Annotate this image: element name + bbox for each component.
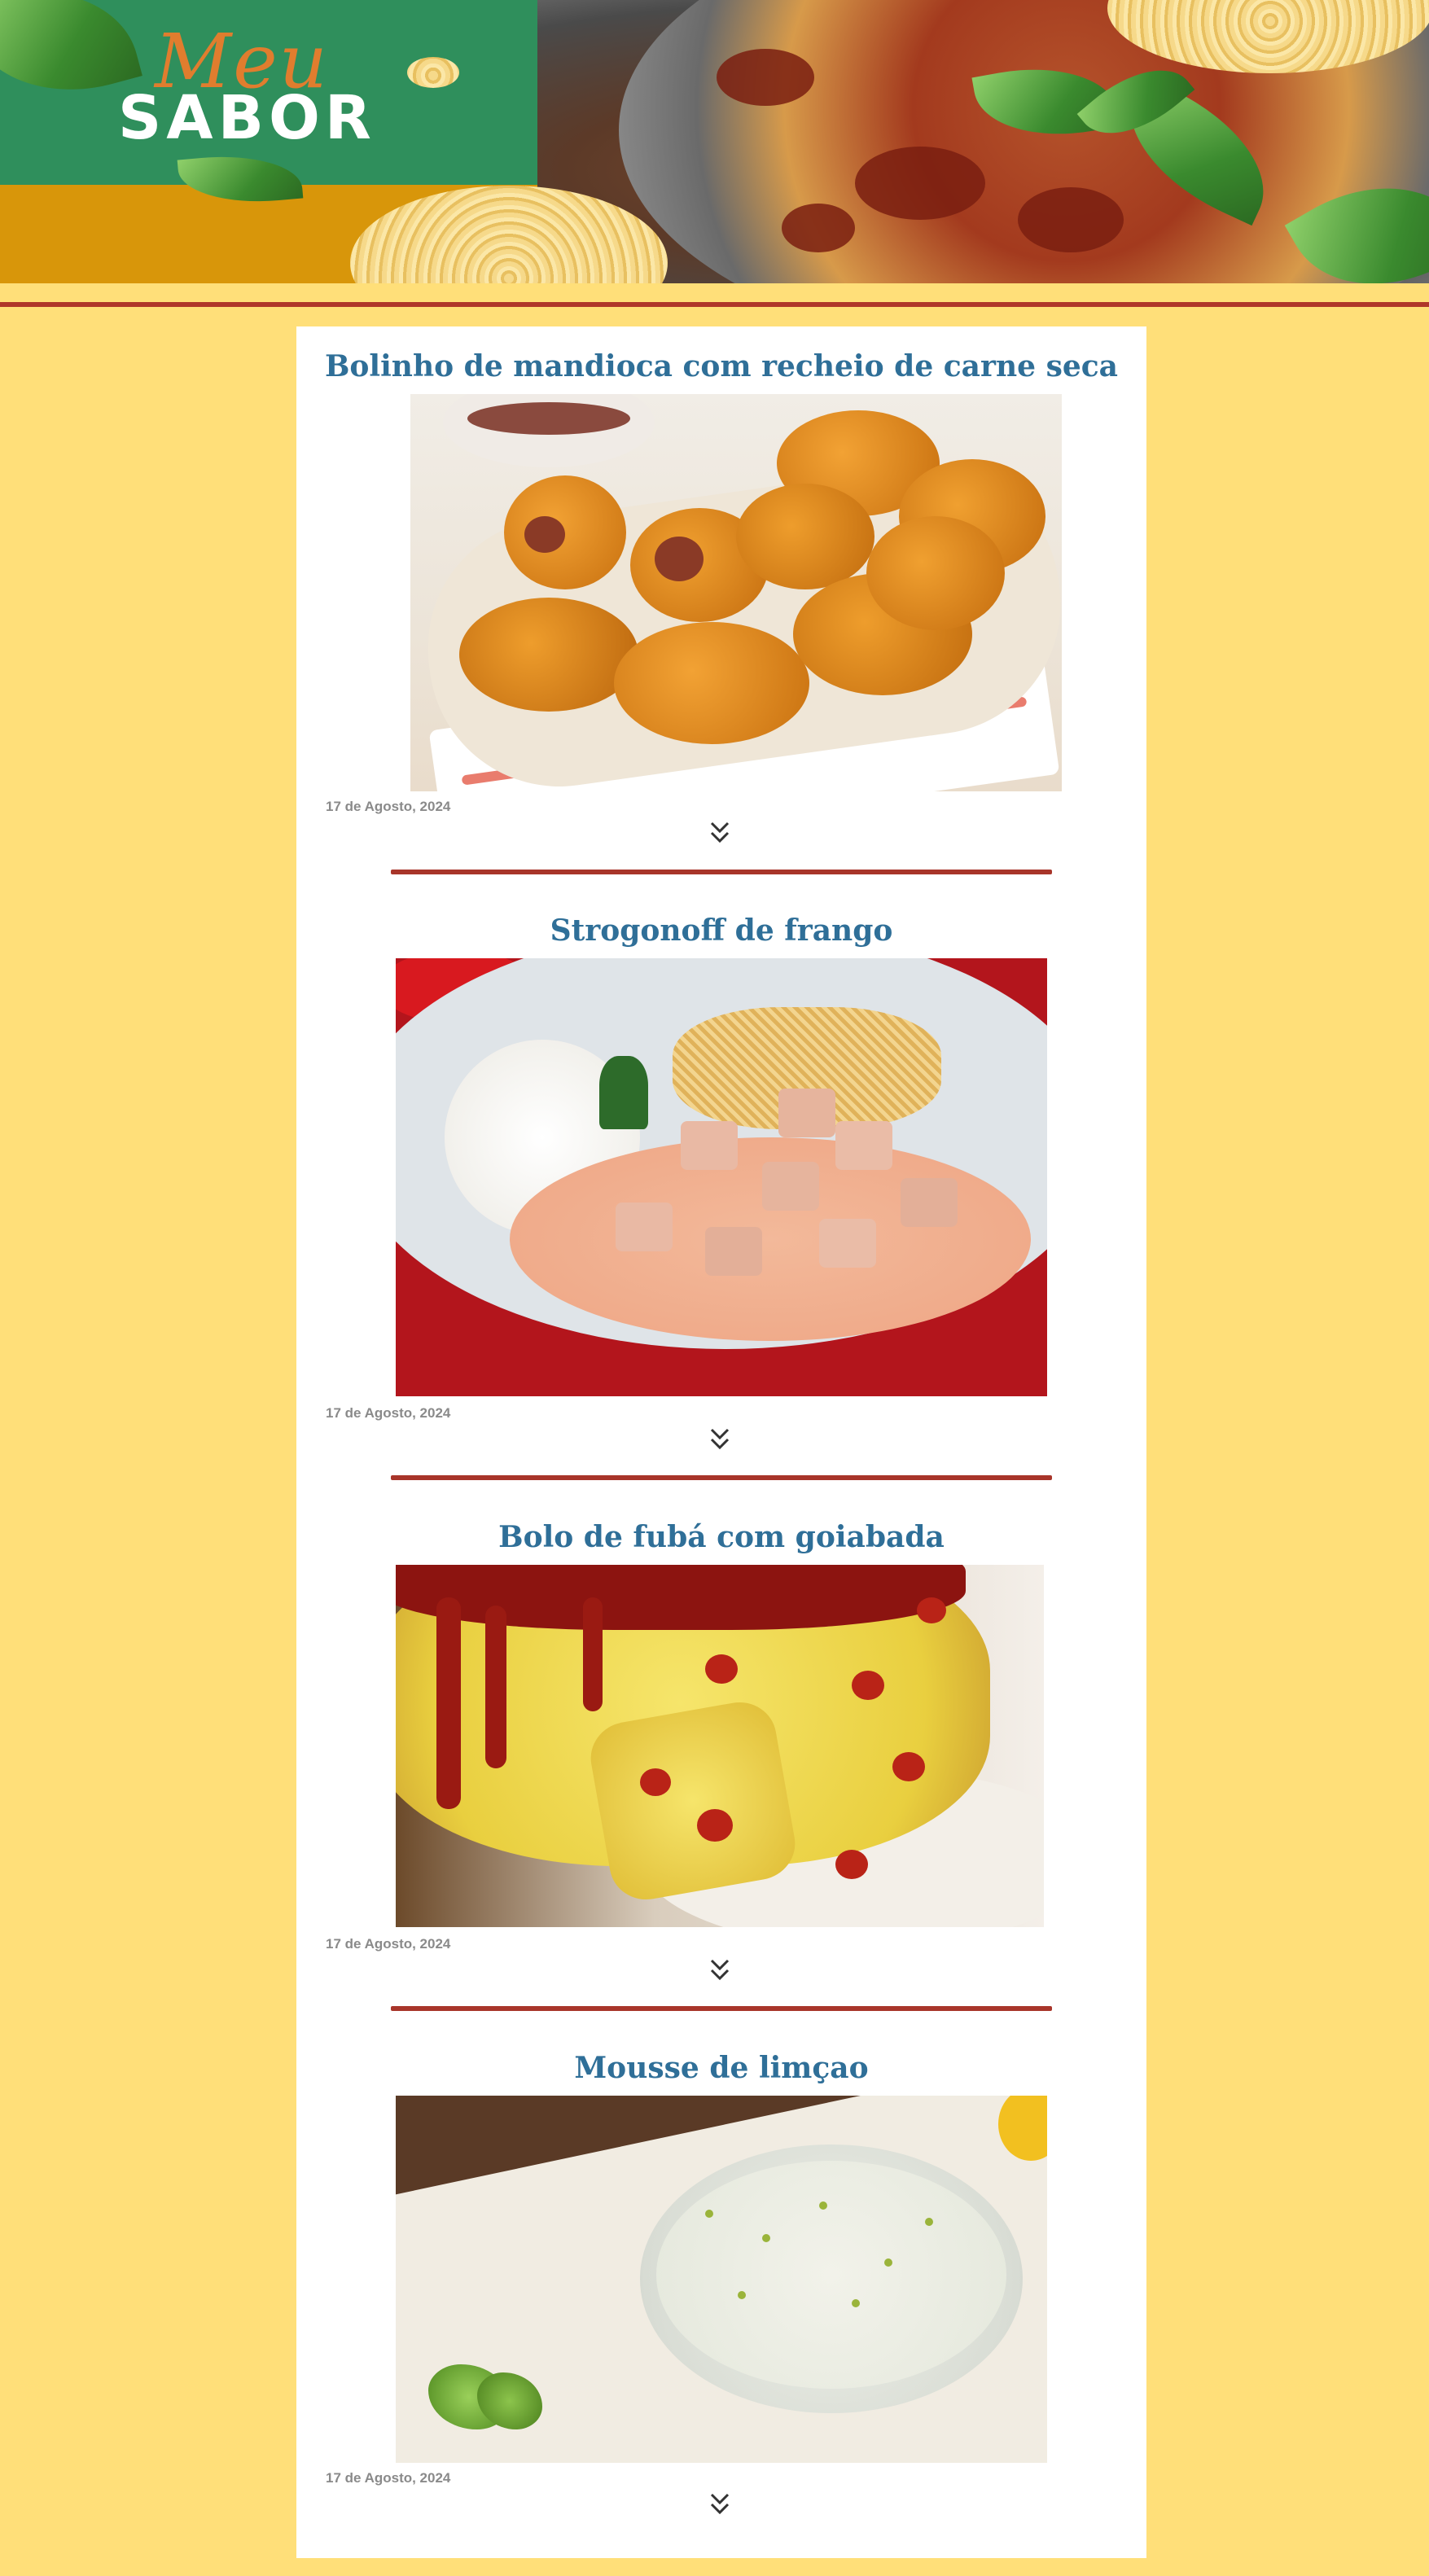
cassava-croquettes-photo[interactable] xyxy=(410,394,1062,791)
double-chevron-down-icon[interactable] xyxy=(707,1426,733,1454)
post-title[interactable]: Bolinho de mandioca com recheio de carne… xyxy=(296,349,1146,383)
post-title[interactable]: Bolo de fubá com goiabada xyxy=(296,1520,1146,1554)
double-chevron-down-icon[interactable] xyxy=(707,2491,733,2519)
post-date: 17 de Agosto, 2024 xyxy=(326,1405,451,1421)
lime-mousse-photo[interactable] xyxy=(396,2096,1047,2463)
header-banner: Meu SABOR xyxy=(0,0,1429,283)
post-separator xyxy=(391,2006,1052,2011)
post-title[interactable]: Mousse de limçao xyxy=(296,2051,1146,2085)
sauce-blob xyxy=(717,49,814,106)
post-date: 17 de Agosto, 2024 xyxy=(326,1936,451,1952)
pasta-piece xyxy=(407,57,459,88)
post-separator xyxy=(391,1475,1052,1480)
sauce-blob xyxy=(782,204,855,252)
double-chevron-down-icon[interactable] xyxy=(707,1957,733,1985)
post-title[interactable]: Strogonoff de frango xyxy=(296,913,1146,948)
double-chevron-down-icon[interactable] xyxy=(707,820,733,848)
post-separator xyxy=(391,870,1052,874)
sauce-blob xyxy=(1018,187,1124,252)
cornmeal-guava-cake-photo[interactable] xyxy=(396,1565,1044,1927)
chicken-stroganoff-photo[interactable] xyxy=(396,958,1047,1396)
post-date: 17 de Agosto, 2024 xyxy=(326,2470,451,2486)
posts-card: Bolinho de mandioca com recheio de carne… xyxy=(296,326,1146,2558)
sauce-blob xyxy=(855,147,985,220)
post-date: 17 de Agosto, 2024 xyxy=(326,799,451,814)
header-divider xyxy=(0,302,1429,307)
logo-word-sabor: SABOR xyxy=(118,83,376,153)
